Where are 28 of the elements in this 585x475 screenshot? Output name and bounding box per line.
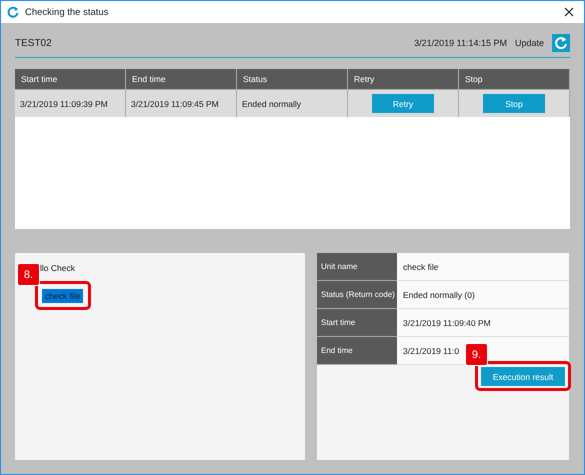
stop-button[interactable]: Stop [483, 94, 545, 113]
table-cell: 3/21/2019 11:09:39 PM [15, 89, 126, 117]
tree-item[interactable]: check file [42, 289, 84, 303]
update-timestamp: 3/21/2019 11:14:15 PM [414, 38, 507, 48]
update-button[interactable]: Update [514, 38, 544, 48]
window-title: Checking the status [25, 6, 110, 18]
tree-item[interactable]: llo Check [37, 261, 78, 275]
table-cell: Ended normally [237, 89, 348, 117]
app-icon [7, 6, 19, 18]
detail-label: Start time [317, 309, 397, 337]
detail-label: End time [317, 337, 397, 365]
callout-badge: 9. [465, 343, 488, 366]
table-cell: 3/21/2019 11:09:45 PM [126, 89, 237, 117]
execution-result-button[interactable]: Execution result [481, 367, 565, 386]
refresh-icon[interactable] [552, 34, 570, 52]
job-name: TEST02 [15, 38, 53, 48]
column-header: End time [126, 69, 237, 89]
column-header: Stop [459, 69, 570, 89]
detail-value: 3/21/2019 11:09:40 PM [397, 309, 569, 337]
callout-badge: 8. [17, 263, 40, 286]
column-header: Retry [348, 69, 459, 89]
detail-value: Ended normally (0) [397, 281, 569, 309]
detail-value: check file [397, 253, 569, 281]
column-header: Start time [15, 69, 126, 89]
detail-label: Unit name [317, 253, 397, 281]
column-header: Status [237, 69, 348, 89]
detail-label: Status (Return code) [317, 281, 397, 309]
retry-button[interactable]: Retry [372, 94, 434, 113]
